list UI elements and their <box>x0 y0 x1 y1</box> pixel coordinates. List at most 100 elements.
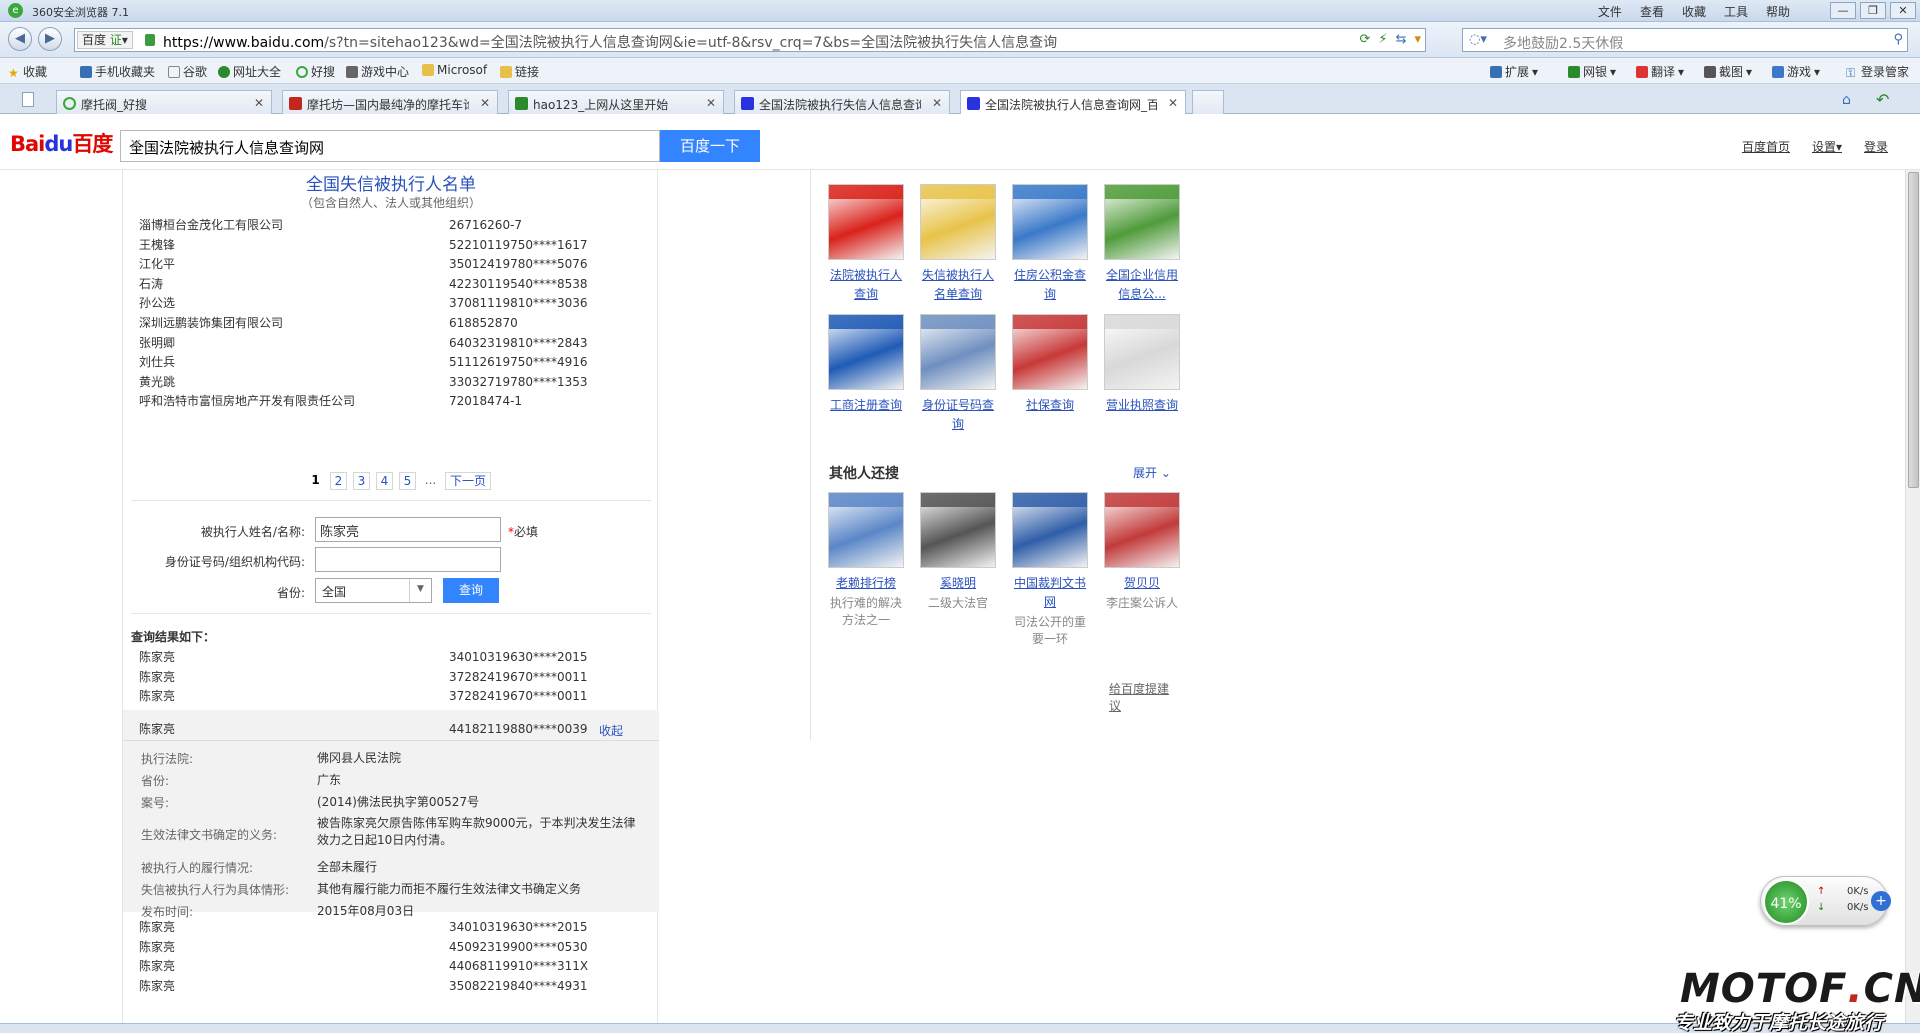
service-item[interactable]: 社保查询 <box>1009 314 1091 415</box>
tab-3[interactable]: hao123_上网从这里开始 ✕ <box>508 90 724 114</box>
fav-haosou[interactable]: 好搜 <box>296 63 335 80</box>
network-speed-widget[interactable]: 41% ↑ ↓ 0K/s 0K/s + <box>1760 876 1891 926</box>
thumbnail-link[interactable]: 营业执照查询 <box>1101 396 1183 415</box>
ext-games[interactable]: 游戏 ▾ <box>1772 63 1820 80</box>
service-item[interactable]: 营业执照查询 <box>1101 314 1183 415</box>
service-item[interactable]: 法院被执行人查询 <box>825 184 907 304</box>
ext-bank[interactable]: 网银 ▾ <box>1568 63 1616 80</box>
browser-search-box[interactable]: ◌▾ 多地鼓励2.5天休假 ⚲ <box>1462 28 1908 52</box>
name-input[interactable]: 陈家亮 <box>315 517 501 542</box>
new-tab-button[interactable] <box>1192 90 1224 114</box>
swap-icon[interactable]: ⇆ <box>1396 32 1407 47</box>
thumbnail-image[interactable] <box>920 184 996 260</box>
thumbnail-link[interactable]: 工商注册查询 <box>825 396 907 415</box>
feedback-link[interactable]: 给百度提建议 <box>1109 680 1180 714</box>
thumbnail-link[interactable]: 法院被执行人查询 <box>825 266 907 304</box>
fav-collect[interactable]: ★ 收藏 <box>8 63 47 80</box>
address-field[interactable]: 百度 证▾ https://www.baidu.com/s?tn=sitehao… <box>74 28 1426 52</box>
province-select[interactable]: 全国 ▼ <box>315 578 432 603</box>
close-window-button[interactable]: ✕ <box>1890 2 1916 19</box>
thumbnail-link[interactable]: 贺贝贝 <box>1101 574 1183 593</box>
url-text[interactable]: https://www.baidu.com/s?tn=sitehao123&wd… <box>163 32 1057 52</box>
expand-link[interactable]: 展开 ⌄ <box>1133 464 1171 481</box>
login-manager[interactable]: ⚿ 登录管家 <box>1846 63 1909 80</box>
ext-screenshot[interactable]: 截图 ▾ <box>1704 63 1752 80</box>
thumbnail-link[interactable]: 住房公积金查询 <box>1009 266 1091 304</box>
query-button[interactable]: 查询 <box>443 578 499 603</box>
thumbnail-image[interactable] <box>828 184 904 260</box>
thumbnail-image[interactable] <box>1104 184 1180 260</box>
close-tab-icon[interactable]: ✕ <box>1168 96 1178 110</box>
page-2[interactable]: 2 <box>330 472 347 490</box>
result-row[interactable]: 陈家亮 35082219840****4931 <box>139 975 639 997</box>
service-item[interactable]: 身份证号码查询 <box>917 314 999 434</box>
tab-4[interactable]: 全国法院被执行失信人信息查询 ✕ <box>734 90 950 114</box>
thumbnail-link[interactable]: 社保查询 <box>1009 396 1091 415</box>
baidu-logo[interactable]: Baidu百度 <box>10 128 113 158</box>
fav-links[interactable]: 链接 <box>500 63 539 80</box>
thumbnail-link[interactable]: 全国企业信用信息公... <box>1101 266 1183 304</box>
service-item[interactable]: 住房公积金查询 <box>1009 184 1091 304</box>
close-tab-icon[interactable]: ✕ <box>706 96 716 110</box>
tab-5-active[interactable]: 全国法院被执行人信息查询网_百度搜索✕ <box>960 90 1186 115</box>
back-button[interactable]: ◀ <box>8 27 32 51</box>
restore-button[interactable]: ❐ <box>1860 2 1886 19</box>
chevron-down-icon[interactable]: ▾ <box>1414 32 1421 47</box>
thumbnail-link[interactable]: 奚晓明 <box>917 574 999 593</box>
baidu-search-input[interactable]: 全国法院被执行人信息查询网 ✕ <box>120 130 660 162</box>
thumbnail-image[interactable] <box>1104 314 1180 390</box>
fav-google[interactable]: 谷歌 <box>168 63 207 80</box>
tab-2[interactable]: 摩托坊—国内最纯净的摩托车论坛✕ <box>282 90 498 114</box>
undo-icon[interactable]: ↶ <box>1876 90 1889 109</box>
thumbnail-image[interactable] <box>1104 492 1180 568</box>
refresh-icon[interactable]: ⟳ <box>1360 32 1371 47</box>
menu-help[interactable]: 帮助 <box>1766 3 1790 20</box>
page-3[interactable]: 3 <box>353 472 370 490</box>
next-page-button[interactable]: 下一页 <box>445 472 492 490</box>
page-4[interactable]: 4 <box>376 472 393 490</box>
thumbnail-image[interactable] <box>920 492 996 568</box>
page-5[interactable]: 5 <box>399 472 416 490</box>
thumbnail-image[interactable] <box>1012 184 1088 260</box>
fav-microsoft[interactable]: Microsof <box>422 63 487 77</box>
ext-extensions[interactable]: 扩展 ▾ <box>1490 63 1538 80</box>
result-row[interactable]: 陈家亮 37282419670****0011 <box>139 685 639 707</box>
baidu-search-button[interactable]: 百度一下 <box>660 130 760 162</box>
service-item[interactable]: 失信被执行人名单查询 <box>917 184 999 304</box>
related-person-item[interactable]: 奚晓明 二级大法官 <box>917 492 999 612</box>
collapse-link[interactable]: 收起 <box>599 722 623 739</box>
clear-icon[interactable]: ✕ <box>129 135 647 154</box>
related-person-item[interactable]: 中国裁判文书网 司法公开的重要一环 <box>1009 492 1091 648</box>
thumbnail-image[interactable] <box>1012 314 1088 390</box>
forward-button[interactable]: ▶ <box>38 27 62 51</box>
close-tab-icon[interactable]: ✕ <box>254 96 264 110</box>
related-person-item[interactable]: 老赖排行榜 执行难的解决方法之一 <box>825 492 907 629</box>
settings-link[interactable]: 设置▾ <box>1812 138 1842 155</box>
minimize-button[interactable]: — <box>1830 2 1856 19</box>
fav-mobile[interactable]: 手机收藏夹 <box>80 63 155 80</box>
search-engine-icon[interactable]: ◌▾ <box>1469 32 1487 47</box>
plus-icon[interactable]: + <box>1871 891 1891 911</box>
bolt-icon[interactable]: ⚡ <box>1378 32 1387 47</box>
thumbnail-image[interactable] <box>1012 492 1088 568</box>
related-person-item[interactable]: 贺贝贝 李庄案公诉人 <box>1101 492 1183 612</box>
thumbnail-link[interactable]: 失信被执行人名单查询 <box>917 266 999 304</box>
expanded-row[interactable]: 陈家亮 44182119880****0039 <box>139 718 639 740</box>
thumbnail-link[interactable]: 身份证号码查询 <box>917 396 999 434</box>
menu-view[interactable]: 查看 <box>1640 3 1664 20</box>
menu-favorites[interactable]: 收藏 <box>1682 3 1706 20</box>
card-title[interactable]: 全国失信被执行人名单 <box>123 170 659 195</box>
thumbnail-image[interactable] <box>828 492 904 568</box>
fav-daquan[interactable]: 网址大全 <box>218 63 281 80</box>
thumbnail-link[interactable]: 老赖排行榜 <box>825 574 907 593</box>
close-tab-icon[interactable]: ✕ <box>480 96 490 110</box>
id-input[interactable] <box>315 547 501 572</box>
list-item[interactable]: 呼和浩特市富恒房地产开发有限责任公司 72018474-1 <box>139 390 639 412</box>
tab-1[interactable]: 摩托阀_好搜 ✕ <box>56 90 272 114</box>
thumbnail-link[interactable]: 中国裁判文书网 <box>1009 574 1091 612</box>
search-icon[interactable]: ⚲ <box>1893 32 1903 47</box>
service-item[interactable]: 全国企业信用信息公... <box>1101 184 1183 304</box>
close-tab-icon[interactable]: ✕ <box>932 96 942 110</box>
login-link[interactable]: 登录 <box>1864 138 1888 155</box>
ext-translate[interactable]: 翻译 ▾ <box>1636 63 1684 80</box>
